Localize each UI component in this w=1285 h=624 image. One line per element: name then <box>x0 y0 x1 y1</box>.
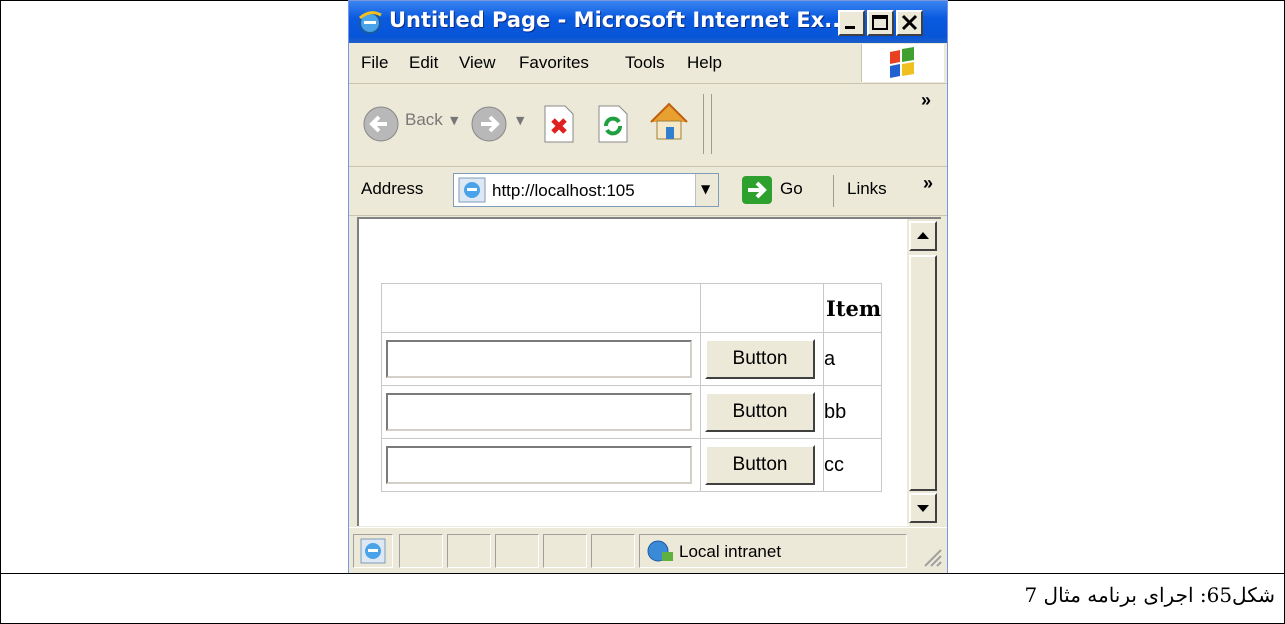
toolbar-separator <box>711 94 712 154</box>
page-status-icon <box>360 538 386 564</box>
figure-divider <box>0 573 1285 574</box>
windows-flag-logo <box>861 44 944 82</box>
status-pane-icon <box>353 534 393 568</box>
close-icon <box>901 14 918 31</box>
forward-dropdown-icon[interactable]: ▼ <box>516 114 524 127</box>
button-cell: Button <box>700 438 824 492</box>
ie-icon <box>358 11 382 34</box>
data-grid: Item Button a Button bb Button cc <box>381 283 883 492</box>
grid-header-row: Item <box>381 283 883 333</box>
header-cell-item: Item <box>822 283 883 333</box>
table-row: Button cc <box>381 438 883 492</box>
scroll-down-button[interactable] <box>909 493 937 523</box>
title-bar[interactable]: Untitled Page - Microsoft Internet Ex... <box>349 1 947 43</box>
menu-tools[interactable]: Tools <box>625 53 665 73</box>
links-chevron-icon[interactable]: » <box>923 173 933 194</box>
row-text-input[interactable] <box>386 340 692 378</box>
resize-grip-icon[interactable] <box>921 546 943 568</box>
forward-icon[interactable] <box>469 104 509 144</box>
item-cell: a <box>822 332 883 386</box>
address-value: http://localhost:105 <box>492 181 635 200</box>
address-bar: Address http://localhost:105 ▼ Go Links … <box>349 167 947 216</box>
status-pane <box>447 534 491 568</box>
status-pane <box>495 534 539 568</box>
item-cell: cc <box>822 438 883 492</box>
maximize-icon <box>872 15 888 30</box>
page-content: Item Button a Button bb Button cc <box>357 217 909 526</box>
windows-flag-icon <box>890 47 914 78</box>
menu-bar: File Edit View Favorites Tools Help <box>349 43 947 84</box>
status-pane <box>591 534 635 568</box>
input-cell <box>381 332 701 386</box>
back-icon[interactable] <box>361 104 401 144</box>
chevron-down-icon: ▼ <box>701 182 711 196</box>
toolbar-chevron-icon[interactable]: » <box>921 90 931 111</box>
item-cell: bb <box>822 385 883 439</box>
figure-caption: شکل65: اجرای برنامه مثال 7 <box>1024 583 1275 607</box>
button-cell: Button <box>700 385 824 439</box>
minimize-icon <box>845 26 855 29</box>
close-button[interactable] <box>896 10 923 36</box>
back-dropdown-icon[interactable]: ▼ <box>450 114 458 127</box>
scroll-up-button[interactable] <box>909 221 937 251</box>
menu-file[interactable]: File <box>361 53 388 73</box>
menu-favorites[interactable]: Favorites <box>519 53 589 73</box>
home-icon[interactable] <box>647 100 691 144</box>
table-row: Button bb <box>381 385 883 439</box>
input-cell <box>381 438 701 492</box>
button-cell: Button <box>700 332 824 386</box>
address-separator <box>833 175 834 207</box>
minimize-button[interactable] <box>838 10 865 36</box>
table-row: Button a <box>381 332 883 386</box>
vertical-scrollbar[interactable] <box>907 217 941 524</box>
stop-icon[interactable] <box>541 104 577 144</box>
row-text-input[interactable] <box>386 393 692 431</box>
back-label[interactable]: Back <box>405 110 443 130</box>
menu-edit[interactable]: Edit <box>409 53 438 73</box>
status-pane <box>543 534 587 568</box>
menu-help[interactable]: Help <box>687 53 722 73</box>
status-bar: Local intranet <box>349 527 947 573</box>
row-button[interactable]: Button <box>705 392 815 432</box>
header-cell-input <box>381 283 701 333</box>
go-arrow-icon[interactable] <box>741 175 773 205</box>
browser-window: Untitled Page - Microsoft Internet Ex...… <box>348 0 948 573</box>
address-dropdown-button[interactable]: ▼ <box>695 174 718 206</box>
header-cell-button <box>700 283 824 333</box>
page-icon <box>458 177 486 203</box>
status-pane <box>399 534 443 568</box>
go-button[interactable]: Go <box>780 179 803 199</box>
row-button[interactable]: Button <box>705 445 815 485</box>
arrow-down-icon <box>917 505 929 512</box>
links-button[interactable]: Links <box>847 179 887 199</box>
zone-label: Local intranet <box>679 542 782 561</box>
standard-toolbar: Back ▼ ▼ » <box>349 84 947 167</box>
address-label: Address <box>361 179 424 198</box>
refresh-icon[interactable] <box>595 104 631 144</box>
row-button[interactable]: Button <box>705 339 815 379</box>
scroll-thumb[interactable] <box>909 255 937 491</box>
intranet-zone-icon <box>647 540 673 562</box>
maximize-button[interactable] <box>867 10 894 36</box>
window-title: Untitled Page - Microsoft Internet Ex... <box>389 8 849 32</box>
toolbar-separator <box>703 94 704 154</box>
arrow-up-icon <box>917 232 929 239</box>
menu-view[interactable]: View <box>459 53 496 73</box>
input-cell <box>381 385 701 439</box>
row-text-input[interactable] <box>386 446 692 484</box>
address-input[interactable]: http://localhost:105 ▼ <box>453 173 719 207</box>
